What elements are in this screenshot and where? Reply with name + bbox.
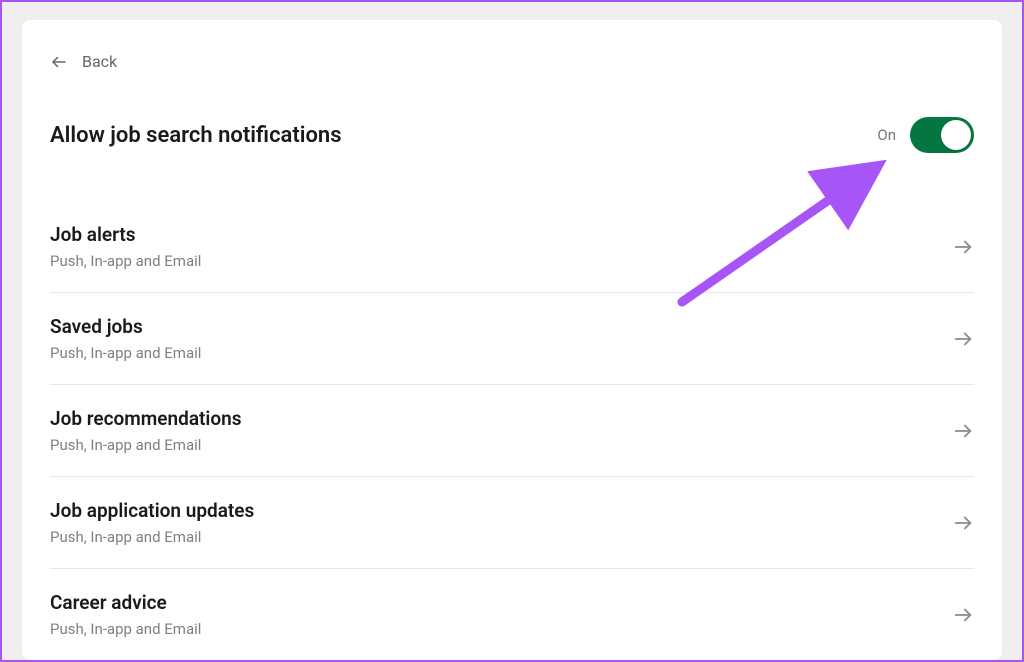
setting-sub: Push, In-app and Email xyxy=(50,436,242,454)
back-button[interactable]: Back xyxy=(50,52,974,71)
toggle-state-label: On xyxy=(877,126,896,144)
toggle-knob xyxy=(941,120,971,150)
setting-title: Career advice xyxy=(50,591,201,614)
setting-row-saved-jobs[interactable]: Saved jobs Push, In-app and Email xyxy=(50,293,974,385)
setting-row-job-alerts[interactable]: Job alerts Push, In-app and Email xyxy=(50,201,974,293)
arrow-right-icon xyxy=(952,328,974,350)
setting-row-career-advice[interactable]: Career advice Push, In-app and Email xyxy=(50,569,974,660)
setting-text: Job application updates Push, In-app and… xyxy=(50,499,254,546)
page-title: Allow job search notifications xyxy=(50,123,342,148)
setting-sub: Push, In-app and Email xyxy=(50,528,254,546)
setting-text: Job alerts Push, In-app and Email xyxy=(50,223,201,270)
setting-title: Job alerts xyxy=(50,223,201,246)
back-label: Back xyxy=(82,52,117,71)
setting-title: Saved jobs xyxy=(50,315,201,338)
settings-card: Back Allow job search notifications On J… xyxy=(22,20,1002,660)
toggle-group: On xyxy=(877,117,974,153)
setting-title: Job recommendations xyxy=(50,407,242,430)
notifications-toggle[interactable] xyxy=(910,117,974,153)
arrow-right-icon xyxy=(952,512,974,534)
arrow-right-icon xyxy=(952,604,974,626)
setting-text: Job recommendations Push, In-app and Ema… xyxy=(50,407,242,454)
setting-row-job-recommendations[interactable]: Job recommendations Push, In-app and Ema… xyxy=(50,385,974,477)
setting-text: Saved jobs Push, In-app and Email xyxy=(50,315,201,362)
setting-sub: Push, In-app and Email xyxy=(50,344,201,362)
setting-text: Career advice Push, In-app and Email xyxy=(50,591,201,638)
header-row: Allow job search notifications On xyxy=(50,117,974,153)
arrow-right-icon xyxy=(952,420,974,442)
arrow-right-icon xyxy=(952,236,974,258)
arrow-left-icon xyxy=(50,53,68,71)
setting-row-job-application-updates[interactable]: Job application updates Push, In-app and… xyxy=(50,477,974,569)
setting-sub: Push, In-app and Email xyxy=(50,620,201,638)
setting-title: Job application updates xyxy=(50,499,254,522)
setting-sub: Push, In-app and Email xyxy=(50,252,201,270)
